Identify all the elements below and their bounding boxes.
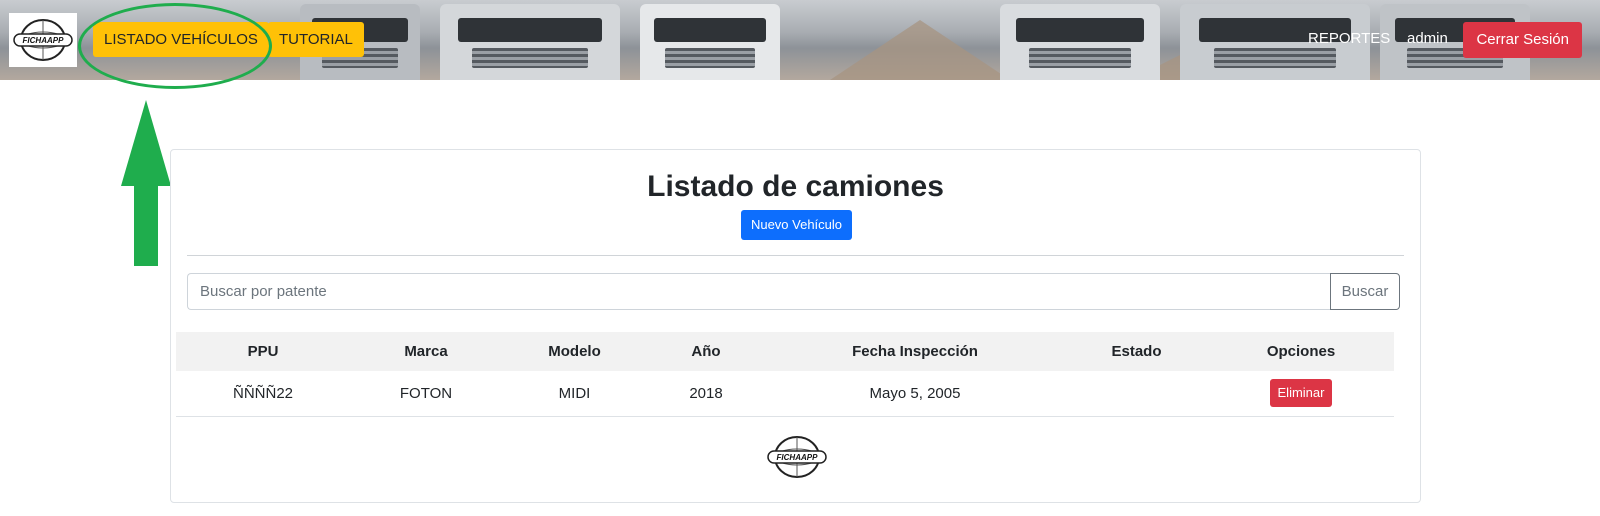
vehicle-list-card: Listado de camiones Nuevo Vehículo Busca…: [170, 149, 1421, 503]
column-header-opciones: Opciones: [1266, 343, 1336, 360]
cell-marca: FOTON: [350, 371, 502, 417]
banner-truck: [640, 4, 780, 80]
cell-ppu: ÑÑÑÑ22: [176, 371, 350, 417]
nav-reportes[interactable]: REPORTES: [1308, 30, 1390, 47]
divider: [187, 255, 1404, 256]
cell-opciones: Eliminar: [1208, 371, 1394, 417]
nav-tutorial[interactable]: TUTORIAL: [268, 22, 364, 57]
banner-mountain: [830, 20, 1010, 80]
column-header-anio[interactable]: Año: [647, 332, 765, 371]
banner-truck: [440, 4, 620, 80]
column-header-fecha-inspeccion[interactable]: Fecha Inspección: [765, 332, 1065, 371]
svg-text:FICHAAPP: FICHAAPP: [23, 36, 65, 45]
cell-fecha-inspeccion: Mayo 5, 2005: [765, 371, 1065, 417]
footer-logo-icon: FICHAAPP: [767, 436, 827, 478]
brand-logo[interactable]: FICHAAPP: [9, 13, 77, 67]
user-menu[interactable]: admin: [1407, 30, 1448, 47]
top-navbar: FICHAAPP LISTADO VEHÍCULOS TUTORIAL REPO…: [0, 0, 1600, 80]
column-header-ppu[interactable]: PPU: [176, 332, 350, 371]
vehicles-table: PPU Marca Modelo Año Fecha Inspección Es…: [176, 332, 1394, 417]
arrow-up-icon: [121, 100, 171, 266]
new-vehicle-button[interactable]: Nuevo Vehículo: [741, 210, 852, 240]
table-header-row: PPU Marca Modelo Año Fecha Inspección Es…: [176, 332, 1394, 371]
column-header-marca[interactable]: Marca: [350, 332, 502, 371]
search-button[interactable]: Buscar: [1330, 273, 1400, 310]
table-row: ÑÑÑÑ22 FOTON MIDI 2018 Mayo 5, 2005 Elim…: [176, 371, 1394, 417]
cell-modelo: MIDI: [502, 371, 647, 417]
search-input[interactable]: [187, 273, 1330, 310]
nav-listado-vehiculos[interactable]: LISTADO VEHÍCULOS: [93, 22, 269, 57]
delete-button[interactable]: Eliminar: [1269, 379, 1333, 408]
fichaapp-logo-icon: FICHAAPP: [13, 19, 73, 61]
logout-button[interactable]: Cerrar Sesión: [1463, 22, 1582, 58]
cell-anio: 2018: [647, 371, 765, 417]
cell-estado: [1065, 371, 1208, 417]
page-title: Listado de camiones: [647, 170, 944, 203]
column-header-modelo[interactable]: Modelo: [502, 332, 647, 371]
svg-text:FICHAAPP: FICHAAPP: [777, 453, 819, 462]
banner-truck: [1000, 4, 1160, 80]
column-header-estado[interactable]: Estado: [1065, 332, 1208, 371]
